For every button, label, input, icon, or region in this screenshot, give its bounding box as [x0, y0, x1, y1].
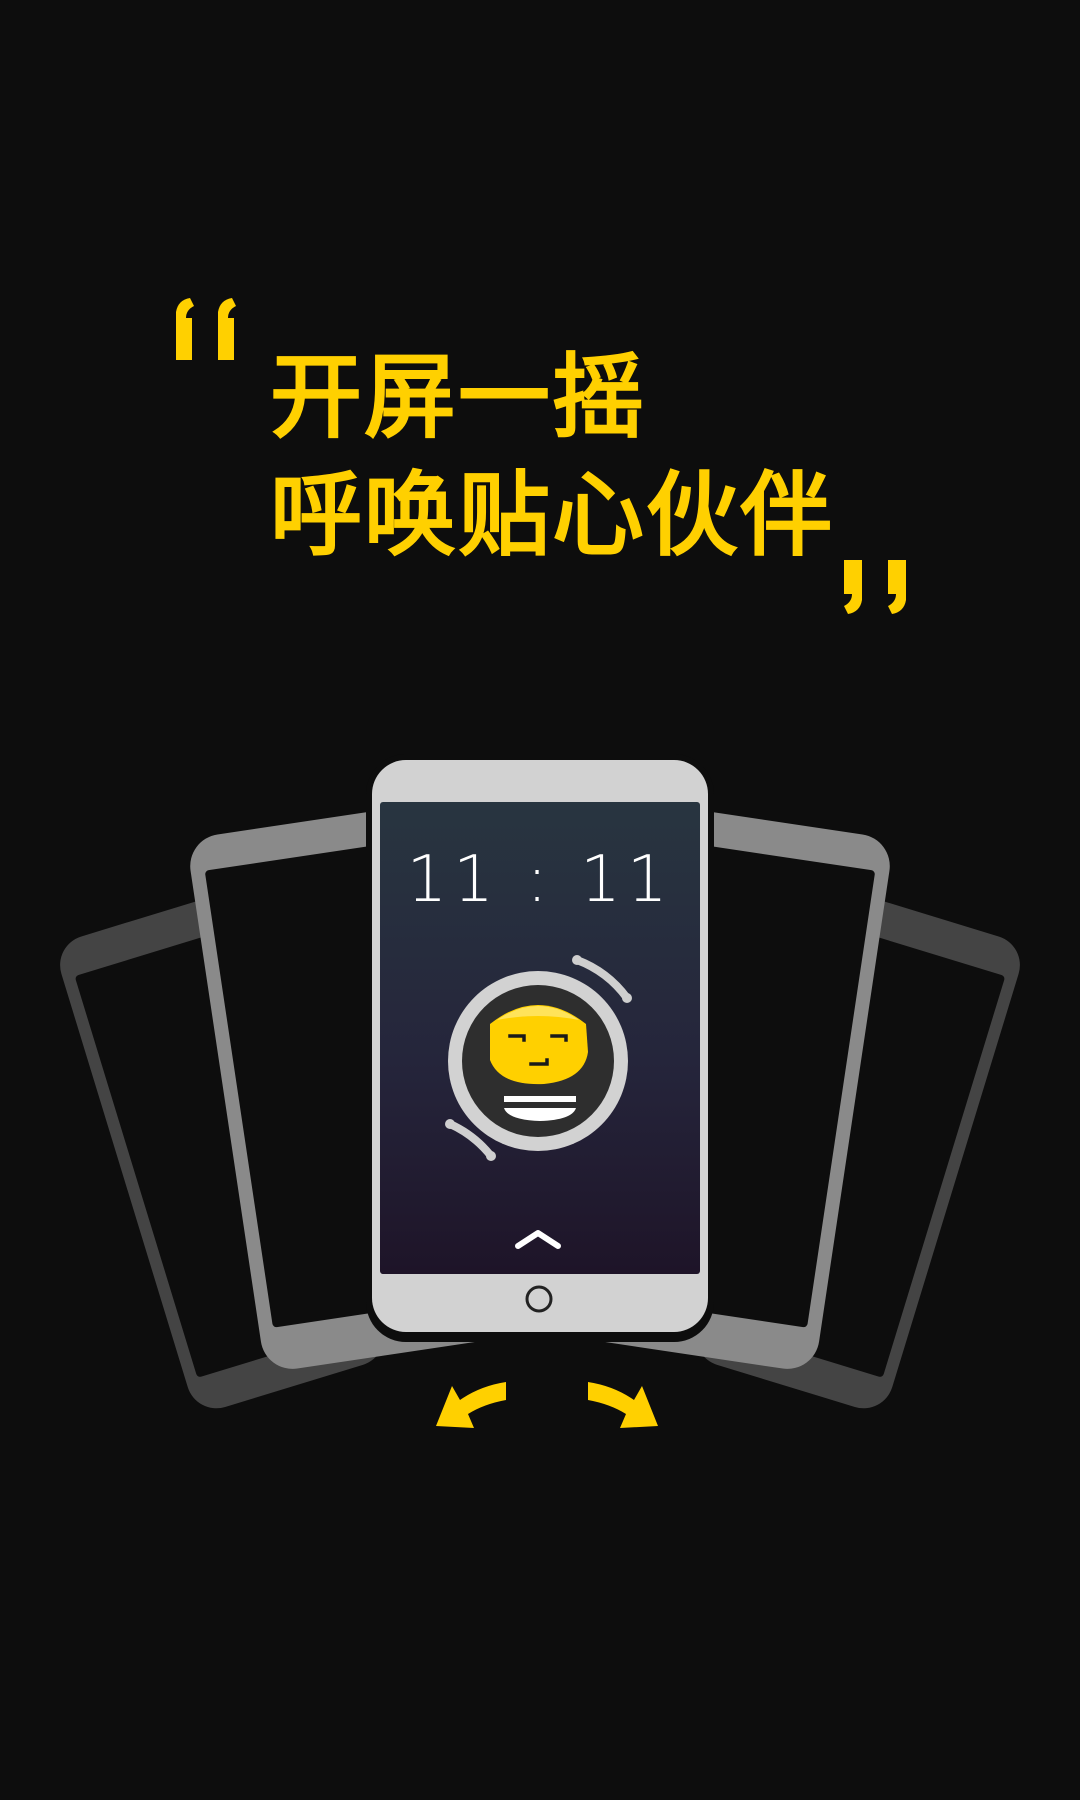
headline-line-1: 开屏一摇	[270, 344, 647, 451]
headline-line-2: 呼唤贴心伙伴	[270, 462, 835, 569]
onboarding-page: 开屏一摇 呼唤贴心伙伴 11 : 11	[0, 0, 1080, 1800]
rotate-right-arrow-icon	[588, 1382, 658, 1428]
right-double-quote-icon	[844, 560, 906, 614]
rotate-left-arrow-icon	[436, 1382, 506, 1428]
left-double-quote-icon	[176, 298, 236, 360]
lockscreen-time: 11 : 11	[406, 843, 674, 917]
mascot-face-icon[interactable]	[448, 971, 628, 1151]
